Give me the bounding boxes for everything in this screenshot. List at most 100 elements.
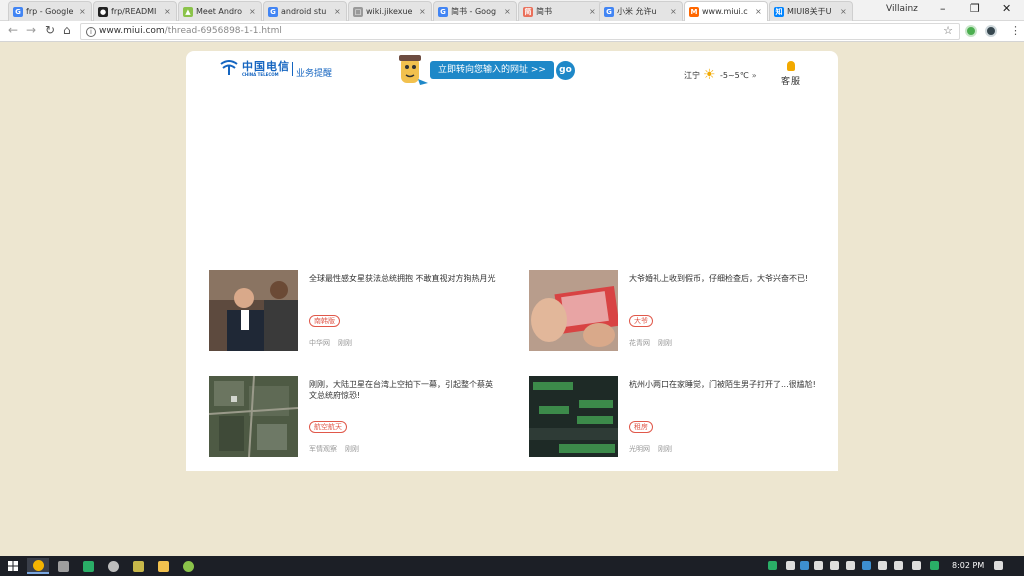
- news-item[interactable]: 大爷婚礼上收到假币，仔细检查后，大爷兴奋不已! 大爷 花青网 刚刚: [529, 270, 829, 352]
- tray-icon[interactable]: [800, 561, 809, 570]
- tray-icon[interactable]: [912, 561, 921, 570]
- info-icon[interactable]: i: [86, 27, 96, 37]
- folder-icon: [157, 560, 169, 572]
- close-icon[interactable]: ×: [504, 7, 512, 16]
- weather-more-link[interactable]: »: [752, 71, 757, 80]
- window-close-icon[interactable]: ✕: [1002, 2, 1011, 15]
- close-icon[interactable]: ×: [79, 7, 87, 16]
- minimize-icon[interactable]: –: [940, 2, 946, 15]
- news-thumbnail[interactable]: [529, 270, 618, 351]
- tab-wiki-jikexue[interactable]: □ wiki.jikexue ×: [348, 1, 432, 21]
- github-icon: ●: [98, 6, 108, 17]
- news-meta: 军情观察 刚刚: [309, 444, 359, 454]
- tab-miui8[interactable]: 知 MIUI8关于U ×: [769, 1, 853, 21]
- weather-temp: -5~5℃: [720, 70, 749, 80]
- close-icon[interactable]: ×: [840, 7, 848, 16]
- taskbar-app[interactable]: [127, 558, 149, 574]
- tray-icon[interactable]: [862, 561, 871, 570]
- jianshu-icon: 简: [523, 6, 533, 17]
- profile-name[interactable]: Villainz: [886, 4, 918, 14]
- menu-icon[interactable]: ⋮: [1010, 24, 1021, 37]
- google-icon: G: [438, 6, 448, 17]
- news-item[interactable]: 刚刚，大陆卫星在台湾上空拍下一幕，引起整个蔡英文总统府惊恐! 航空航天 军情观察…: [209, 376, 509, 458]
- restore-icon[interactable]: ❐: [970, 2, 980, 15]
- news-item[interactable]: 杭州小两口在家睡觉，门被陌生男子打开了...很尴尬! 租房 光明网 刚刚: [529, 376, 829, 458]
- tab-strip: G frp - Google × ● frp/READMI × ▲ Meet A…: [0, 0, 1024, 21]
- close-icon[interactable]: ×: [670, 7, 678, 16]
- news-item[interactable]: 全球最性感女星获法总统拥抱 不敢直视对方狗热月光 南韩版 中华网 刚刚: [209, 270, 509, 352]
- network-icon[interactable]: [894, 561, 903, 570]
- tray-icon[interactable]: [846, 561, 855, 570]
- taskbar-android-studio[interactable]: [177, 558, 199, 574]
- wechat-tray-icon[interactable]: [768, 561, 777, 570]
- google-icon: G: [604, 6, 614, 17]
- news-tag[interactable]: 航空航天: [309, 421, 347, 433]
- close-icon[interactable]: ×: [334, 7, 342, 16]
- news-source: 光明网: [629, 445, 650, 453]
- windows-start-icon[interactable]: [8, 561, 18, 571]
- sun-icon: ☀: [703, 67, 716, 83]
- tab-jianshu-google[interactable]: G 简书 - Goog ×: [433, 1, 517, 21]
- close-icon[interactable]: ×: [249, 7, 257, 16]
- tab-xiaomi[interactable]: G 小米 允许u ×: [599, 1, 683, 21]
- reload-icon[interactable]: ↻: [45, 23, 55, 37]
- app-icon: [57, 560, 69, 572]
- tray-icon[interactable]: [786, 561, 795, 570]
- taskbar-explorer[interactable]: [152, 558, 174, 574]
- news-title[interactable]: 杭州小两口在家睡觉，门被陌生男子打开了...很尴尬!: [629, 379, 817, 390]
- android-icon: [182, 560, 194, 572]
- go-button[interactable]: go: [556, 61, 575, 80]
- tab-frp-readme[interactable]: ● frp/READMI ×: [93, 1, 177, 21]
- close-icon[interactable]: ×: [164, 7, 172, 16]
- taskbar-app[interactable]: [52, 558, 74, 574]
- url-host: www.miui.com: [99, 26, 165, 36]
- close-icon[interactable]: ×: [419, 7, 427, 16]
- tab-frp-google[interactable]: G frp - Google ×: [8, 1, 92, 21]
- news-thumbnail[interactable]: [529, 376, 618, 457]
- tab-meet-android[interactable]: ▲ Meet Andro ×: [178, 1, 262, 21]
- customer-service-label[interactable]: 客服: [781, 74, 801, 87]
- tab-android-studio[interactable]: G android stu ×: [263, 1, 347, 21]
- weather-widget: 江宁 ☀ -5~5℃ »: [684, 68, 757, 82]
- tab-miui-active[interactable]: M www.miui.c ×: [684, 1, 768, 21]
- forward-icon[interactable]: →: [26, 23, 36, 37]
- news-tag[interactable]: 租房: [629, 421, 653, 433]
- notification-icon[interactable]: [994, 561, 1003, 570]
- extension-icon[interactable]: [965, 25, 977, 37]
- extension-icon[interactable]: [985, 25, 997, 37]
- close-icon[interactable]: ×: [589, 7, 597, 16]
- google-icon: G: [268, 6, 278, 17]
- tab-label: 小米 允许u: [617, 7, 657, 16]
- news-title[interactable]: 全球最性感女星获法总统拥抱 不敢直视对方狗热月光: [309, 273, 497, 284]
- news-title[interactable]: 大爷婚礼上收到假币，仔细检查后，大爷兴奋不已!: [629, 273, 817, 284]
- lambda-icon: [132, 560, 144, 572]
- mascot-icon: [399, 55, 428, 85]
- chrome-icon: [32, 559, 44, 571]
- tray-icon[interactable]: [814, 561, 823, 570]
- address-bar[interactable]: i www.miui.com/thread-6956898-1-1.html ☆: [80, 23, 960, 40]
- redirect-button[interactable]: 立即转向您输入的网址 >>: [430, 61, 554, 79]
- bookmark-star-icon[interactable]: ☆: [943, 24, 953, 37]
- news-thumbnail[interactable]: [209, 376, 298, 457]
- tray-icon[interactable]: [930, 561, 939, 570]
- taskbar-app[interactable]: [102, 558, 124, 574]
- app-icon: [107, 560, 119, 572]
- news-thumbnail[interactable]: [209, 270, 298, 351]
- close-icon[interactable]: ×: [755, 7, 763, 16]
- news-source: 中华网: [309, 339, 330, 347]
- taskbar-wechat[interactable]: [77, 558, 99, 574]
- tray-icon[interactable]: [830, 561, 839, 570]
- zhihu-icon: 知: [774, 6, 784, 17]
- news-tag[interactable]: 大爷: [629, 315, 653, 327]
- customer-service-icon[interactable]: [787, 61, 795, 71]
- android-icon: ▲: [183, 6, 193, 17]
- tab-jianshu[interactable]: 简 简书 ×: [518, 1, 602, 21]
- back-icon[interactable]: ←: [8, 23, 18, 37]
- taskbar-chrome[interactable]: [27, 558, 49, 574]
- news-title[interactable]: 刚刚，大陆卫星在台湾上空拍下一幕，引起整个蔡英文总统府惊恐!: [309, 379, 497, 401]
- page-icon: □: [353, 6, 363, 17]
- news-tag[interactable]: 南韩版: [309, 315, 340, 327]
- volume-icon[interactable]: [878, 561, 887, 570]
- home-icon[interactable]: ⌂: [63, 23, 71, 37]
- taskbar-clock[interactable]: 8:02 PM: [952, 561, 984, 570]
